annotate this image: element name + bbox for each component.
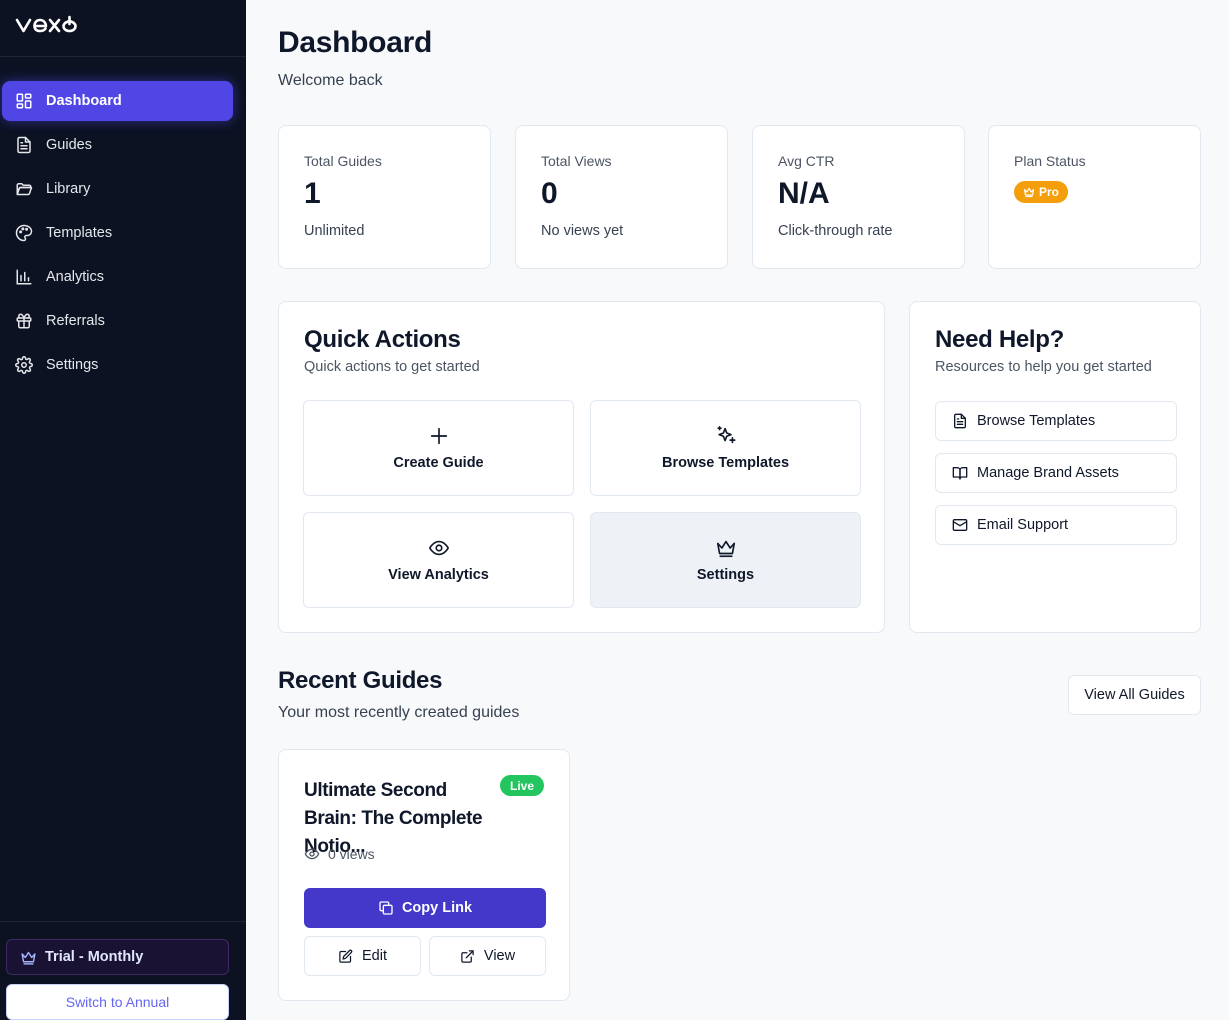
sidebar-item-guides[interactable]: Guides [2, 125, 233, 165]
sidebar-divider [0, 921, 246, 922]
plus-icon [428, 425, 450, 447]
edit-guide-button[interactable]: Edit [304, 936, 421, 976]
sidebar-item-label: Dashboard [46, 93, 122, 109]
stat-sub: Unlimited [304, 223, 365, 239]
sidebar-item-templates[interactable]: Templates [2, 213, 233, 253]
gear-icon [15, 356, 33, 374]
plan-indicator[interactable]: Trial - Monthly [6, 939, 229, 975]
copy-link-button[interactable]: Copy Link [304, 888, 546, 928]
sparkles-icon [715, 425, 737, 447]
sidebar-item-settings[interactable]: Settings [2, 345, 233, 385]
view-label: View [483, 948, 516, 964]
eye-icon [428, 537, 450, 559]
quick-actions-panel: Quick Actions Quick actions to get start… [278, 301, 885, 633]
sidebar-item-library[interactable]: Library [2, 169, 233, 209]
page-title: Dashboard [278, 26, 432, 59]
view-analytics-button[interactable]: View Analytics [303, 512, 574, 608]
sidebar-item-label: Settings [46, 357, 99, 373]
sidebar-item-referrals[interactable]: Referrals [2, 301, 233, 341]
sidebar-item-label: Library [46, 181, 91, 197]
bar-chart-icon [15, 268, 33, 286]
quick-actions-subtitle: Quick actions to get started [304, 359, 480, 375]
edit-label: Edit [362, 948, 387, 964]
sidebar-item-label: Guides [46, 137, 92, 153]
stat-label: Total Views [541, 153, 612, 169]
stat-label: Plan Status [1014, 153, 1086, 169]
crown-icon [715, 537, 737, 559]
stat-sub: No views yet [541, 223, 624, 239]
vexo-logo-icon [15, 15, 77, 33]
app-logo[interactable]: vexo [15, 12, 91, 36]
view-all-guides-button[interactable]: View All Guides [1068, 675, 1201, 715]
switch-to-annual-button[interactable]: Switch to Annual [6, 984, 229, 1020]
quick-action-label: Browse Templates [661, 455, 790, 471]
external-link-icon [460, 949, 475, 964]
help-panel: Need Help? Resources to help you get sta… [909, 301, 1201, 633]
guide-card: Ultimate Second Brain: The Complete Noti… [278, 749, 570, 1001]
sidebar-item-label: Referrals [46, 313, 105, 329]
stat-card-total-guides: Total Guides 1 Unlimited [278, 125, 491, 269]
settings-button[interactable]: Settings [590, 512, 861, 608]
page-subtitle: Welcome back [278, 72, 383, 89]
stat-label: Total Guides [304, 153, 382, 169]
manage-brand-assets-button[interactable]: Manage Brand Assets [935, 453, 1177, 493]
recent-guides-title: Recent Guides [278, 667, 443, 694]
sidebar-divider [0, 56, 246, 57]
eye-icon [304, 846, 320, 862]
gift-icon [15, 312, 33, 330]
quick-action-label: View Analytics [388, 567, 489, 583]
pro-badge: Pro [1014, 181, 1069, 203]
edit-icon [338, 949, 353, 964]
sidebar-item-dashboard[interactable]: Dashboard [2, 81, 233, 121]
book-icon [952, 465, 968, 481]
document-icon [15, 136, 33, 154]
email-support-button[interactable]: Email Support [935, 505, 1177, 545]
sidebar: vexo Dashboard Guides Library Templates [0, 0, 246, 1020]
create-guide-button[interactable]: Create Guide [303, 400, 574, 496]
stat-sub: Click-through rate [778, 223, 893, 239]
stat-card-total-views: Total Views 0 No views yet [515, 125, 728, 269]
sidebar-item-label: Analytics [46, 269, 105, 285]
help-item-label: Email Support [977, 517, 1069, 533]
dashboard-icon [15, 92, 33, 110]
stat-label: Avg CTR [778, 153, 835, 169]
guide-views: 0 views [304, 846, 375, 862]
copy-icon [378, 900, 394, 916]
folder-icon [15, 180, 33, 198]
document-icon [952, 413, 968, 429]
help-title: Need Help? [935, 326, 1065, 353]
plan-label: Trial - Monthly [45, 949, 144, 965]
mail-icon [952, 517, 968, 533]
recent-guides-subtitle: Your most recently created guides [278, 704, 520, 721]
sidebar-nav: Dashboard Guides Library Templates Analy… [2, 81, 233, 389]
status-badge: Live [500, 775, 545, 796]
stat-card-plan-status: Plan Status Pro [988, 125, 1201, 269]
help-item-label: Browse Templates [977, 413, 1096, 429]
help-item-label: Manage Brand Assets [977, 465, 1119, 481]
browse-templates-button[interactable]: Browse Templates [590, 400, 861, 496]
stat-value: 1 [304, 177, 321, 210]
sidebar-item-analytics[interactable]: Analytics [2, 257, 233, 297]
stat-value: 0 [541, 177, 558, 210]
copy-link-label: Copy Link [401, 900, 473, 916]
stat-value: N/A [778, 177, 830, 210]
crown-icon [20, 949, 37, 966]
views-count: 0 views [328, 846, 375, 862]
help-subtitle: Resources to help you get started [935, 359, 1152, 375]
palette-icon [15, 224, 33, 242]
sidebar-item-label: Templates [46, 225, 113, 241]
help-browse-templates-button[interactable]: Browse Templates [935, 401, 1177, 441]
quick-action-label: Settings [696, 567, 755, 583]
pro-badge-label: Pro [1039, 185, 1060, 199]
crown-icon [1023, 186, 1035, 198]
quick-action-label: Create Guide [393, 455, 484, 471]
view-guide-button[interactable]: View [429, 936, 546, 976]
stat-card-avg-ctr: Avg CTR N/A Click-through rate [752, 125, 965, 269]
quick-actions-title: Quick Actions [304, 326, 461, 353]
